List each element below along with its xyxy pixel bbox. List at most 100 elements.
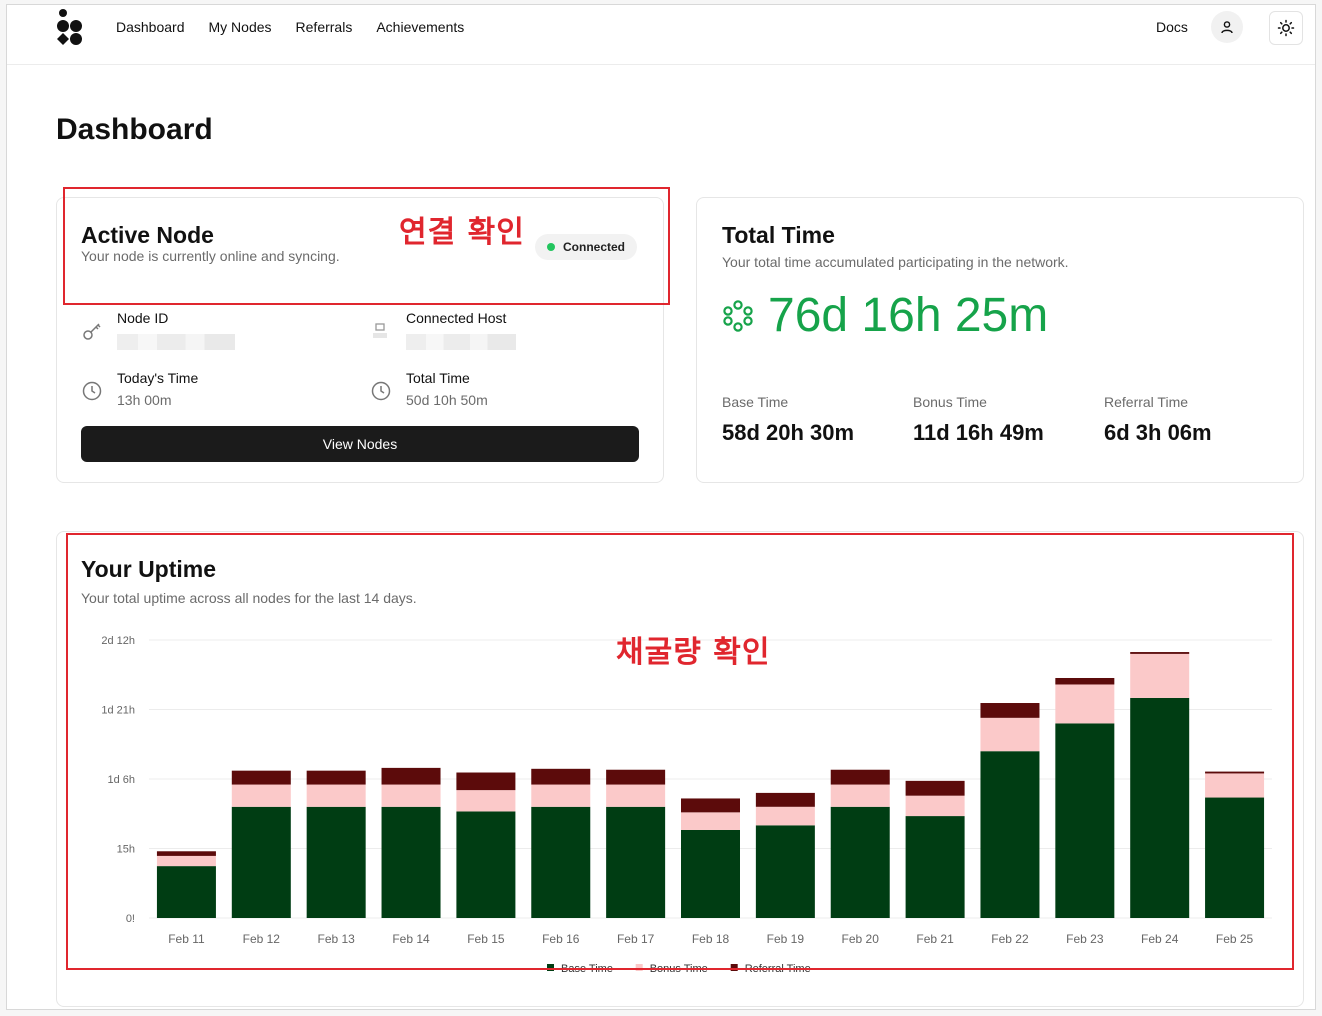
clock-icon [371,381,391,401]
node-total-time-info: Total Time 50d 10h 50m [370,370,488,408]
key-icon [83,323,101,340]
legend-swatch [635,964,643,971]
bar-segment [456,790,516,812]
nav-achievements[interactable]: Achievements [376,19,464,35]
y-tick-label: 1d 21h [101,705,135,717]
bar-segment [830,784,890,807]
mining-annotation-text: 채굴량 확인 [616,635,771,670]
referral-time-label: Referral Time [1104,394,1189,410]
logo-icon[interactable] [55,7,85,49]
bar-segment [231,784,291,807]
todays-time-info: Today's Time 13h 00m [81,370,198,408]
bar-segment [681,829,740,918]
legend-swatch [730,964,738,971]
bar-segment [381,784,441,807]
bar-segment [905,816,965,918]
top-nav: Dashboard My Nodes Referrals Achievement… [7,5,1315,65]
referral-time-block: Referral Time 6d 3h 06m [1104,394,1212,446]
x-tick-label: Feb 20 [842,932,880,946]
bonus-time-value: 11d 16h 49m [913,420,1044,445]
bar-segment [905,780,965,796]
node-id-info: Node ID [81,310,235,355]
x-tick-label: Feb 16 [542,932,580,946]
base-time-label: Base Time [722,394,789,410]
bar-segment [1205,773,1265,798]
bar-segment [606,769,666,785]
nav-dashboard[interactable]: Dashboard [116,19,185,35]
y-tick-label: 2d 12h [101,635,135,647]
node-total-time-value: 50d 10h 50m [406,392,488,408]
connection-annotation-text: 연결 확인 [399,215,525,250]
legend-label: Bonus Time [650,963,708,975]
x-tick-label: Feb 21 [916,932,954,946]
connected-host-label: Connected Host [406,310,507,326]
bar-segment [1130,653,1190,698]
x-tick-label: Feb 17 [617,932,655,946]
bar-segment [1130,652,1190,654]
bar-segment [681,798,740,813]
uptime-card: 0! 15h 1d 6h 1d 21h 2d 12h Feb 11 Feb 12 Feb 13… [56,531,1304,1007]
user-button[interactable] [1211,11,1243,43]
sun-icon [1277,19,1295,37]
x-tick-label: Feb 11 [168,932,205,946]
app-window: Dashboard My Nodes Referrals Achievement… [6,4,1316,1010]
legend-label: Base Time [561,963,613,975]
bar-segment [980,703,1040,718]
x-tick-label: Feb 24 [1141,932,1179,946]
x-tick-label: Feb 22 [991,932,1029,946]
bar-segment [456,772,516,791]
bar-segment [156,851,216,856]
server-icon [373,323,387,338]
bar-segment [231,806,291,918]
bar-segment [1055,684,1115,724]
bar-segment [156,855,216,867]
nav-referrals[interactable]: Referrals [296,19,353,35]
bar-segment [1055,677,1115,685]
bar-segment [156,866,216,918]
node-total-time-label: Total Time [406,370,470,386]
bar-segment [1130,697,1190,918]
bar-segment [606,784,666,807]
x-tick-label: Feb 14 [392,932,430,946]
x-tick-label: Feb 18 [692,932,730,946]
bar-segment [456,811,516,918]
referral-time-value: 6d 3h 06m [1104,420,1212,445]
bar-segment [306,806,366,918]
nav-my-nodes[interactable]: My Nodes [209,19,272,35]
page-title: Dashboard [56,113,213,146]
x-tick-label: Feb 13 [317,932,355,946]
bar-segment [531,784,591,807]
bar-segment [755,792,815,807]
bar-segment [381,767,441,785]
bar-segment [980,751,1040,918]
nav-docs[interactable]: Docs [1156,19,1188,35]
bar-segment [755,825,815,918]
x-tick-label: Feb 23 [1066,932,1104,946]
bar-segment [306,770,366,785]
bar-segment [1055,723,1115,918]
y-tick-label: 1d 6h [107,774,135,786]
node-id-redacted [117,334,235,350]
bonus-time-block: Bonus Time 11d 16h 49m [913,394,1044,446]
node-id-label: Node ID [117,310,169,326]
x-tick-label: Feb 12 [243,932,281,946]
bar-segment [980,717,1040,752]
nav-links: Dashboard My Nodes Referrals Achievement… [116,19,464,35]
view-nodes-button[interactable]: View Nodes [81,426,639,462]
bonus-time-label: Bonus Time [913,394,987,410]
active-node-subtitle: Your node is currently online and syncin… [81,248,340,264]
bar-segment [606,806,666,918]
uptime-subtitle: Your total uptime across all nodes for t… [81,590,417,606]
bar-segment [905,795,965,817]
connected-host-info: Connected Host [370,310,516,355]
legend-swatch [547,964,554,971]
bar-segment [755,806,815,826]
y-tick-label: 0! [126,913,135,925]
clock-icon [82,381,102,401]
bar-segment [231,770,291,785]
base-time-block: Base Time 58d 20h 30m [722,394,854,446]
theme-toggle-button[interactable] [1269,11,1303,45]
network-icon [723,299,753,332]
user-icon [1221,21,1233,34]
bar-segment [830,806,890,918]
